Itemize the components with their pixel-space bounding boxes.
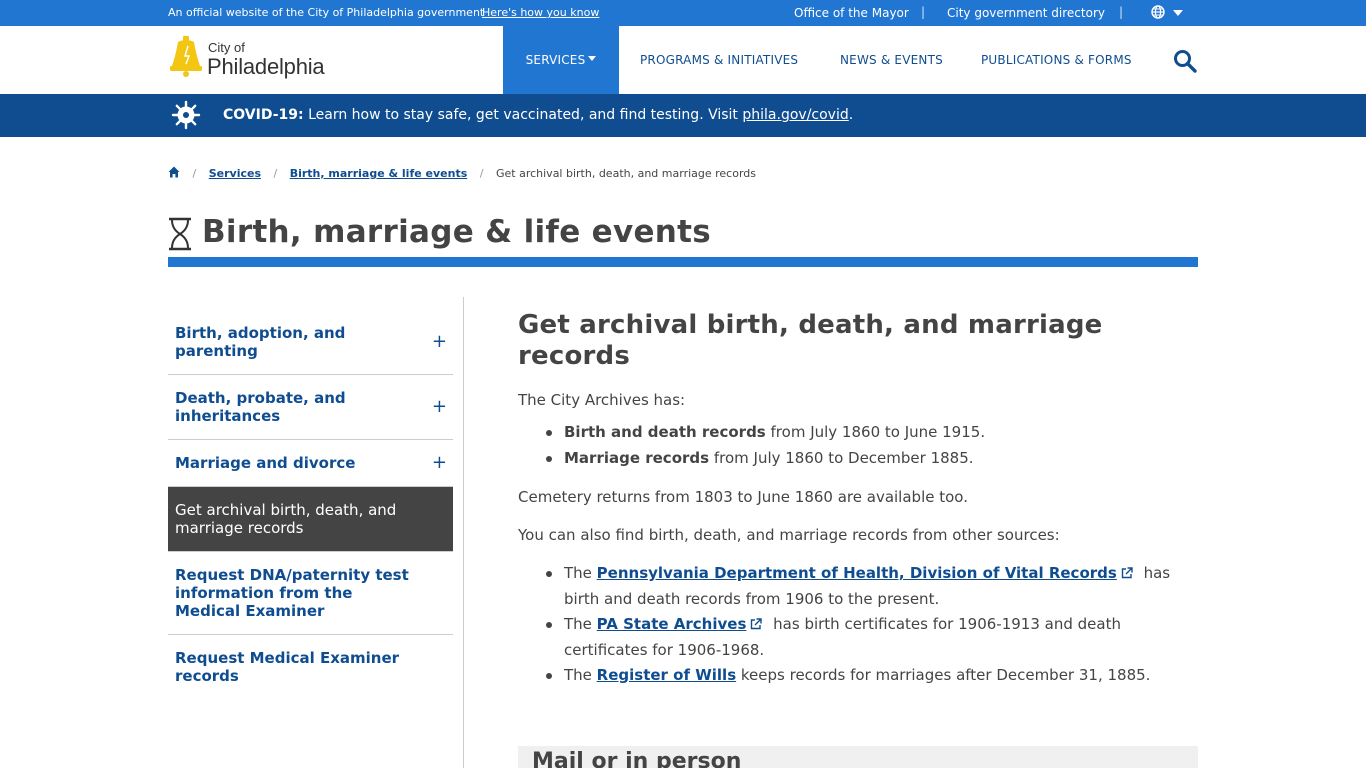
list-item-text: from July 1860 to December 1885. [709, 448, 974, 467]
virus-icon [171, 100, 201, 130]
nav-news-events[interactable]: News & Events [840, 26, 943, 94]
mail-or-in-person-section: Mail or in person [518, 746, 1198, 768]
list-item-prefix: The [564, 615, 597, 633]
list-item: The Pennsylvania Department of Health, D… [546, 561, 1198, 612]
city-logo[interactable]: City of Philadelphia [168, 36, 338, 82]
search-icon[interactable] [1172, 48, 1198, 74]
pa-state-archives-link[interactable]: PA State Archives [597, 615, 747, 633]
logo-philadelphia: Philadelphia [207, 54, 325, 79]
list-item: The Register of Wills keeps records for … [546, 663, 1198, 689]
covid-text: Learn how to stay safe, get vaccinated, … [303, 107, 743, 123]
sidenav-request-dna-paternity[interactable]: Request DNA/paternity test information f… [168, 552, 453, 635]
plus-icon[interactable]: + [432, 397, 447, 417]
sidenav-item-label: Get archival birth, death, and marriage … [175, 501, 397, 537]
section-heading: Mail or in person [532, 749, 742, 768]
sidebar-divider [463, 297, 464, 768]
list-item-text: keeps records for marriages after Decemb… [736, 666, 1151, 684]
sidenav-item-label: Birth, adoption, and parenting [175, 324, 346, 360]
sidenav-death-probate-inheritances[interactable]: Death, probate, and inheritances + [168, 375, 453, 440]
sidenav-marriage-divorce[interactable]: Marriage and divorce + [168, 440, 453, 487]
nav-programs-initiatives[interactable]: Programs & Initiatives [640, 26, 798, 94]
breadcrumb-separator: / [273, 167, 278, 180]
nav-publications-forms[interactable]: Publications & Forms [981, 26, 1132, 94]
covid-period: . [848, 107, 854, 123]
sources-list: The Pennsylvania Department of Health, D… [518, 561, 1198, 689]
list-item: Birth and death records from July 1860 t… [546, 420, 1198, 446]
cemetery-text: Cemetery returns from 1803 to June 1860 … [518, 488, 968, 506]
logo-city-of: City of [208, 40, 245, 55]
chevron-down-icon [588, 56, 597, 61]
office-of-the-mayor-link[interactable]: Office of the Mayor [794, 6, 909, 20]
heres-how-you-know-link[interactable]: Here's how you know [482, 6, 599, 19]
official-site-text: An official website of the City of Phila… [168, 6, 485, 19]
covid-message: COVID-19: Learn how to stay safe, get va… [223, 107, 853, 123]
breadcrumb: / Services / Birth, marriage & life even… [168, 166, 756, 180]
official-banner: An official website of the City of Phila… [0, 0, 1366, 26]
list-item-text: from July 1860 to June 1915. [765, 423, 986, 441]
pa-health-vital-records-link[interactable]: Pennsylvania Department of Health, Divis… [597, 564, 1117, 582]
plus-icon[interactable]: + [432, 453, 447, 473]
list-item: The PA State Archives has birth certific… [546, 612, 1198, 663]
intro-text: The City Archives has: [518, 391, 686, 409]
breadcrumb-birth-marriage[interactable]: Birth, marriage & life events [290, 167, 468, 180]
sidenav-request-me-records[interactable]: Request Medical Examiner records [168, 635, 453, 699]
sidenav-item-label: Request Medical Examiner records [175, 649, 400, 685]
sidenav-birth-adoption-parenting[interactable]: Birth, adoption, and parenting + [168, 310, 453, 375]
sidenav-item-label: Marriage and divorce [175, 454, 356, 472]
breadcrumb-current: Get archival birth, death, and marriage … [495, 167, 757, 180]
hourglass-icon [169, 217, 191, 251]
register-of-wills-link[interactable]: Register of Wills [597, 666, 736, 684]
globe-icon[interactable] [1150, 4, 1166, 20]
title-rule [168, 257, 1198, 267]
sidenav-item-label: Death, probate, and inheritances [175, 389, 346, 425]
page-title: Birth, marriage & life events [202, 214, 712, 250]
content-heading: Get archival birth, death, and marriage … [518, 310, 1103, 371]
liberty-bell-icon [170, 36, 202, 77]
breadcrumb-separator: / [192, 167, 197, 180]
plus-icon[interactable]: + [432, 332, 447, 352]
site-header: City of Philadelphia Services Programs &… [0, 26, 1366, 94]
list-item-prefix: The [564, 666, 597, 684]
archives-list: Birth and death records from July 1860 t… [518, 420, 1198, 471]
covid-label: COVID-19: [223, 107, 304, 123]
sidenav-item-label: Request DNA/paternity test information f… [175, 566, 409, 620]
list-item-bold: Birth and death records [564, 423, 766, 441]
main-content: Get archival birth, death, and marriage … [518, 310, 1198, 689]
side-navigation: Birth, adoption, and parenting + Death, … [168, 310, 453, 699]
covid-link[interactable]: phila.gov/covid [742, 107, 848, 123]
nav-services-label: Services [525, 53, 586, 67]
language-dropdown-caret-icon[interactable] [1173, 10, 1183, 16]
sidenav-get-archival-records[interactable]: Get archival birth, death, and marriage … [168, 487, 453, 552]
list-item: Marriage records from July 1860 to Decem… [546, 446, 1198, 472]
topbar-separator: | [921, 5, 926, 19]
list-item-bold: Marriage records [564, 448, 710, 467]
breadcrumb-separator: / [479, 167, 484, 180]
other-sources-text: You can also find birth, death, and marr… [518, 526, 1060, 544]
city-directory-link[interactable]: City government directory [947, 6, 1105, 20]
external-link-icon [751, 618, 763, 630]
home-icon[interactable] [168, 166, 180, 178]
nav-services[interactable]: Services [503, 26, 619, 94]
list-item-prefix: The [564, 564, 597, 582]
external-link-icon [1121, 567, 1133, 579]
breadcrumb-services[interactable]: Services [209, 167, 261, 180]
topbar-separator: | [1119, 5, 1124, 19]
covid-banner: COVID-19: Learn how to stay safe, get va… [0, 94, 1366, 137]
